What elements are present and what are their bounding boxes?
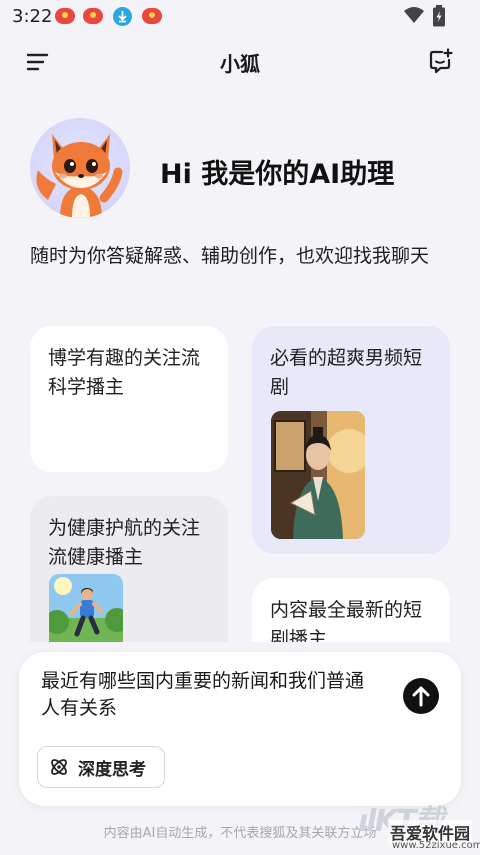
suggestion-card[interactable]: 为健康护航的关注流健康播主: [30, 496, 228, 642]
battery-charging-icon: [433, 5, 445, 27]
status-time: 3:22: [12, 6, 53, 27]
suggestion-card-text: 为健康护航的关注流健康播主: [48, 517, 201, 568]
atom-icon: [51, 759, 67, 775]
drama-thumbnail-image: [271, 411, 365, 539]
new-chat-icon[interactable]: [428, 48, 454, 74]
fox-avatar: [30, 118, 130, 218]
intro-text: 随时为你答疑解惑、辅助创作，也欢迎找我聊天: [30, 245, 430, 267]
arrow-up-icon: [412, 686, 430, 707]
suggestion-card[interactable]: 博学有趣的关注流科学播主: [30, 326, 228, 472]
suggestion-card[interactable]: 必看的超爽男频短剧: [252, 326, 450, 554]
app-notification-icon: [142, 8, 162, 24]
page-title: 小狐: [220, 52, 260, 76]
message-input[interactable]: 最近有哪些国内重要的新闻和我们普通人有关系: [41, 668, 381, 722]
download-icon: [113, 7, 132, 26]
watermark: ılKT载 吾爱软件园 www.52zixue.com: [358, 796, 480, 855]
greeting-heading: Hi 我是你的AI助理: [160, 159, 395, 190]
wifi-icon: [404, 7, 424, 23]
suggestion-card[interactable]: 内容最全最新的短剧播主: [252, 578, 450, 642]
send-button[interactable]: [403, 678, 439, 714]
suggestion-card-text: 必看的超爽男频短剧: [270, 347, 423, 398]
deep-think-button[interactable]: 深度思考: [37, 746, 165, 788]
app-notification-icon: [55, 8, 75, 24]
watermark-url: www.52zixue.com: [392, 840, 480, 851]
app-notification-icon: [83, 8, 103, 24]
message-composer: 最近有哪些国内重要的新闻和我们普通人有关系 深度思考: [19, 652, 461, 806]
suggestion-card-text: 博学有趣的关注流科学播主: [48, 347, 201, 398]
status-bar: 3:22: [0, 0, 480, 32]
suggestion-card-text: 内容最全最新的短剧播主: [270, 599, 423, 642]
deep-think-label: 深度思考: [78, 759, 146, 780]
runner-thumbnail-image: [49, 574, 123, 642]
suggestion-cards: 博学有趣的关注流科学播主 必看的超爽男频短剧 为健康护航的关注流健康播主 内容最…: [0, 320, 480, 642]
